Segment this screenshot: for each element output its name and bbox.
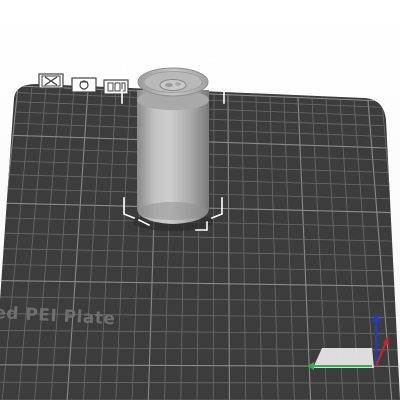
orient-plate-icon[interactable] [71,77,97,93]
pull-tab-icon [159,79,187,91]
can-model[interactable] [137,67,209,224]
3d-viewport[interactable]: ed PEI Plate [0,0,400,400]
arrange-plate-icon[interactable] [103,79,129,95]
close-plate-icon[interactable] [38,73,64,89]
